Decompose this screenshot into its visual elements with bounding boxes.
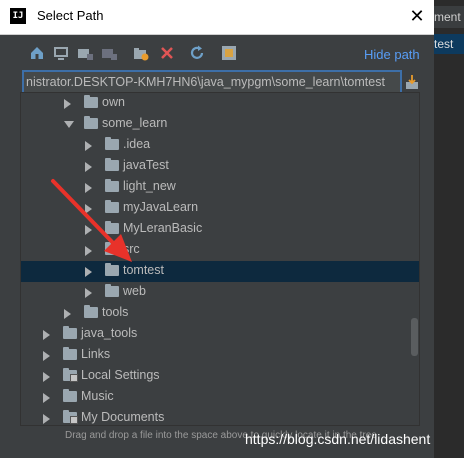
show-hidden-icon[interactable] (220, 44, 238, 62)
path-history-icon[interactable] (405, 74, 419, 90)
tree-row[interactable]: javaTest (21, 156, 419, 177)
folder-icon (63, 368, 78, 382)
chevron-right-icon[interactable] (85, 204, 92, 214)
refresh-icon[interactable] (188, 44, 206, 62)
chevron-right-icon[interactable] (85, 162, 92, 172)
tree-row-label: tools (102, 305, 129, 319)
folder-icon (63, 347, 77, 360)
chevron-right-icon[interactable] (85, 225, 92, 235)
tree-row[interactable]: .idea (21, 135, 419, 156)
tree-row-label: src (123, 242, 140, 256)
watermark: https://blog.csdn.net/lidashent (245, 431, 431, 447)
hide-path-link[interactable]: Hide path (364, 47, 420, 62)
home-icon[interactable] (28, 44, 46, 62)
tree-row-label: own (102, 95, 125, 109)
tree-row[interactable]: tomtest (21, 261, 419, 282)
chevron-right-icon[interactable] (43, 372, 50, 382)
tree-row-label: myJavaLearn (123, 200, 199, 214)
tree-row[interactable]: src (21, 240, 419, 261)
path-input-value: nistrator.DESKTOP-KMH7HN6\java_mypgm\som… (26, 75, 385, 89)
folder-icon (84, 305, 98, 318)
chevron-right-icon[interactable] (85, 183, 92, 193)
chevron-right-icon[interactable] (85, 288, 92, 298)
tree-row-label: Local Settings (81, 368, 160, 382)
path-input[interactable]: nistrator.DESKTOP-KMH7HN6\java_mypgm\som… (22, 70, 402, 94)
desktop-icon[interactable] (52, 44, 70, 62)
tree-row-label: some_learn (102, 116, 168, 130)
folder-icon (84, 116, 98, 129)
tree-row[interactable]: myJavaLearn (21, 198, 419, 219)
folder-icon (63, 389, 77, 402)
tree-row-label: Music (81, 389, 114, 403)
tree-row-label: light_new (123, 179, 176, 193)
tree-row-label: javaTest (123, 158, 169, 172)
tree-row-label: tomtest (123, 263, 164, 277)
tree-row[interactable]: some_learn (21, 114, 419, 135)
chevron-down-icon[interactable] (64, 121, 74, 128)
delete-icon[interactable] (158, 44, 176, 62)
tree-row-label: web (123, 284, 146, 298)
module-icon[interactable] (100, 44, 118, 62)
dialog-title: Select Path (37, 8, 104, 23)
folder-icon (105, 242, 119, 255)
tree-row[interactable]: Links (21, 345, 419, 366)
tree-row[interactable]: java_tools (21, 324, 419, 345)
tree-row-label: MyLeranBasic (123, 221, 203, 235)
title-bar: IJ Select Path ✕ (0, 0, 434, 35)
intellij-app-icon: IJ (10, 8, 26, 24)
tree-row[interactable]: web (21, 282, 419, 303)
close-button[interactable]: ✕ (406, 6, 428, 28)
chevron-right-icon[interactable] (64, 309, 71, 319)
background-tab-text: ment (434, 6, 464, 28)
chevron-right-icon[interactable] (43, 351, 50, 361)
folder-icon (84, 95, 98, 108)
tree-scrollbar[interactable] (411, 318, 418, 356)
chevron-right-icon[interactable] (43, 393, 50, 403)
tree-row[interactable]: own (21, 93, 419, 114)
folder-icon (63, 326, 77, 339)
tree-row-label: java_tools (81, 326, 138, 340)
folder-icon (105, 284, 119, 297)
chevron-right-icon[interactable] (64, 99, 71, 109)
project-icon[interactable] (76, 44, 94, 62)
tree-row[interactable]: My Documents (21, 408, 419, 425)
tree-row[interactable]: Music (21, 387, 419, 408)
folder-icon (105, 137, 119, 150)
tree-row-label: .idea (123, 137, 151, 151)
folder-icon (63, 410, 78, 424)
tree-row[interactable]: MyLeranBasic (21, 219, 419, 240)
tree-row[interactable]: tools (21, 303, 419, 324)
folder-icon (105, 200, 119, 213)
new-folder-icon[interactable] (132, 44, 150, 62)
folder-icon (105, 158, 119, 171)
select-path-dialog: IJ Select Path ✕ Hide path nistrator.DES… (0, 0, 434, 458)
tree-row[interactable]: light_new (21, 177, 419, 198)
chevron-right-icon[interactable] (43, 414, 50, 424)
tree-row-label: Links (81, 347, 111, 361)
folder-icon (105, 179, 119, 192)
chevron-right-icon[interactable] (85, 267, 92, 277)
chevron-right-icon[interactable] (85, 141, 92, 151)
chevron-right-icon[interactable] (43, 330, 50, 340)
directory-tree[interactable]: own some_learn .idea javaTest light_new myJav… (20, 92, 420, 426)
tree-row-label: My Documents (81, 410, 165, 424)
folder-icon (105, 263, 119, 276)
background-selected-text: test (434, 34, 464, 54)
chevron-right-icon[interactable] (85, 246, 92, 256)
folder-icon (105, 221, 119, 234)
tree-row[interactable]: Local Settings (21, 366, 419, 387)
background-window-strip: ment test (434, 0, 464, 458)
